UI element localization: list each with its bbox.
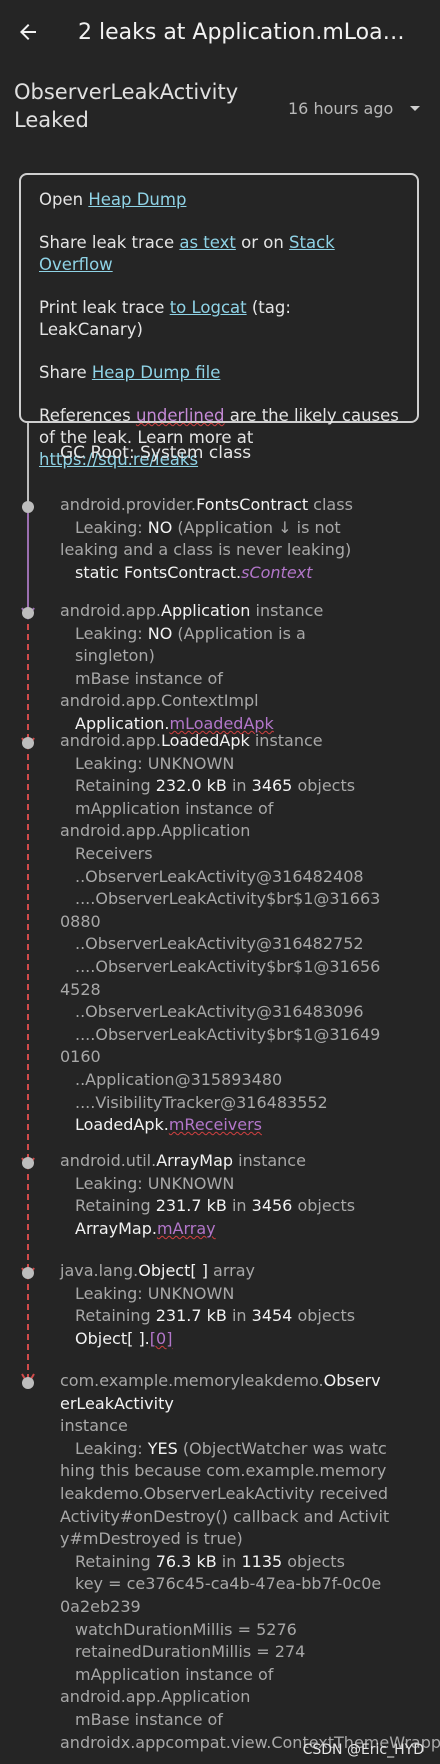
trace-node-observerleakactivity[interactable]: com.example.memoryleakdemo.ObserverLeakA… — [60, 1370, 440, 1754]
share-heap-dump-file-link[interactable]: Heap Dump file — [92, 363, 220, 382]
gc-root: GC Root: System class — [60, 443, 252, 463]
trace-node-fontscontract[interactable]: android.provider.FontsContract class Lea… — [60, 494, 390, 584]
arrow-back-icon — [20, 24, 36, 40]
share-trace-row: Share leak trace as text or on Stack Ove… — [39, 233, 335, 274]
trace-node-loadedapk[interactable]: android.app.LoadedApk instance Leaking: … — [60, 730, 390, 1137]
app-bar: 2 leaks at Application.mLoadedApk — [0, 0, 440, 64]
page-title: 2 leaks at Application.mLoadedApk — [78, 19, 418, 45]
dropdown-arrow-icon[interactable] — [408, 104, 422, 114]
open-heap-row: Open Heap Dump — [39, 190, 187, 209]
trace-node-arraymap[interactable]: android.util.ArrayMap instance Leaking: … — [60, 1150, 390, 1240]
leak-header[interactable]: ObserverLeakActivity Leaked 16 hours ago — [14, 78, 426, 144]
share-as-text-link[interactable]: as text — [179, 233, 236, 252]
trace-node-application[interactable]: android.app.Application instance Leaking… — [60, 600, 390, 736]
open-heap-dump-link[interactable]: Heap Dump — [88, 190, 186, 209]
print-logcat-link[interactable]: to Logcat — [170, 298, 247, 317]
leak-title: ObserverLeakActivity Leaked — [14, 80, 239, 132]
leak-actions-card: Open Heap Dump Share leak trace as text … — [19, 173, 419, 469]
leak-trace: GC Root: System class android.provider.F… — [0, 423, 440, 1764]
trace-node-object-array[interactable]: java.lang.Object[ ] array Leaking: UNKNO… — [60, 1260, 390, 1350]
back-button[interactable] — [0, 0, 56, 64]
print-trace-row: Print leak trace to Logcat (tag: LeakCan… — [39, 298, 291, 339]
share-file-row: Share Heap Dump file — [39, 363, 221, 382]
leak-time: 16 hours ago — [288, 99, 394, 118]
watermark: CSDN @Eric_HYD — [302, 1742, 424, 1758]
